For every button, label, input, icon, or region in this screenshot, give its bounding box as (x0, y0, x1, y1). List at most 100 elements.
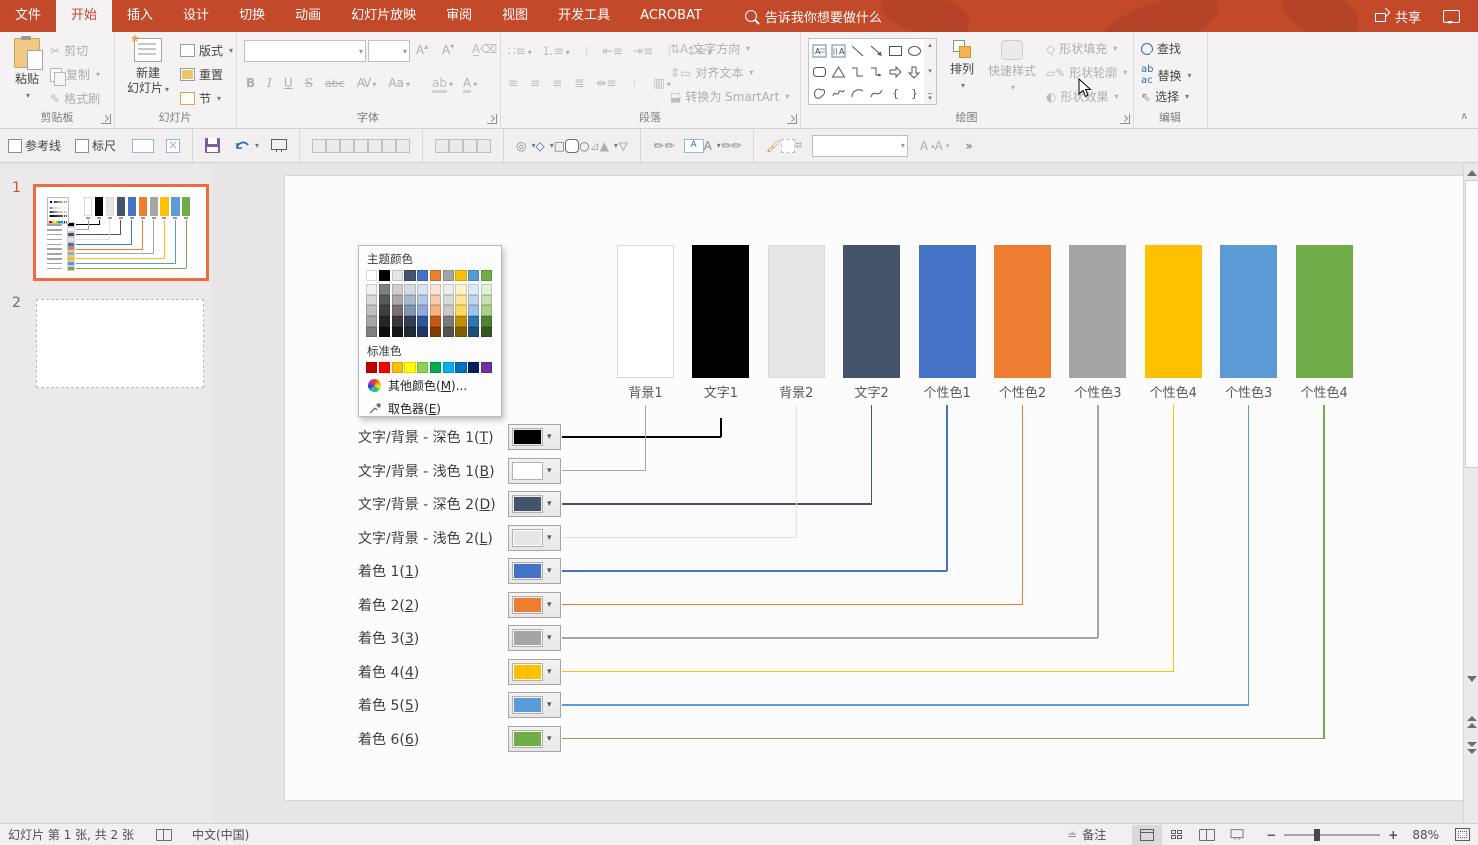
theme-bar-3[interactable] (767, 245, 825, 378)
selection-net-icon[interactable] (781, 138, 796, 153)
ribbon-tab-幻灯片放映[interactable]: 幻灯片放映 (336, 0, 431, 32)
theme-variant-swatch[interactable] (468, 315, 480, 327)
theme-variant-swatch[interactable] (366, 284, 378, 295)
theme-color-swatch[interactable] (442, 270, 454, 282)
strikethrough-button[interactable]: S (305, 76, 313, 90)
standard-color-swatch[interactable] (442, 362, 454, 374)
theme-variant-swatch[interactable] (429, 294, 442, 306)
numbering-button[interactable]: ⒈≡ ▾ (542, 42, 570, 59)
italic-button[interactable]: I (267, 76, 272, 90)
shape-gallery-scrollbar[interactable]: ▴ ▾ ▾ (924, 38, 937, 105)
theme-variant-swatch[interactable] (429, 326, 442, 338)
font-color-button[interactable]: A ▾ (463, 76, 477, 93)
fit-to-window-icon[interactable] (1455, 828, 1470, 841)
zoom-slider[interactable] (1284, 828, 1381, 841)
tell-me-search[interactable]: 告诉我你想要做什么 (744, 0, 882, 32)
align-bottom-icon[interactable] (312, 138, 327, 153)
text-box-tool-icon[interactable]: A (683, 138, 704, 153)
theme-variant-swatch[interactable] (442, 294, 454, 306)
slideshow-view-button[interactable] (1222, 825, 1252, 845)
text-direction-button[interactable]: ⇅A 文字方向 ▾ (670, 40, 750, 57)
scheme-color-dropdown[interactable]: ▾ (508, 524, 561, 551)
theme-variant-swatch[interactable] (378, 294, 390, 306)
theme-bar-10[interactable] (1295, 245, 1353, 378)
justify-button[interactable]: ≣ (574, 76, 584, 90)
theme-variant-swatch[interactable] (404, 326, 416, 338)
previous-slide-icon[interactable] (1467, 716, 1477, 721)
replace-button[interactable]: ab ac 替换 ▾ (1141, 64, 1192, 86)
theme-variant-swatch[interactable] (455, 294, 467, 306)
share-button[interactable]: 共享 (1374, 7, 1421, 26)
crop-icon[interactable]: ⌗ (795, 138, 802, 153)
abc-strikethrough-button[interactable]: abc (325, 77, 345, 90)
bring-front-icon[interactable] (463, 138, 478, 153)
scroll-up-icon[interactable] (1467, 170, 1477, 176)
theme-variant-swatch[interactable] (455, 315, 467, 327)
ribbon-tab-审阅[interactable]: 审阅 (431, 0, 487, 32)
align-right-edge-icon[interactable] (354, 138, 369, 153)
new-slide-button[interactable]: 新建 幻灯片▾ (122, 31, 174, 97)
theme-bar-9[interactable] (1220, 245, 1278, 378)
theme-variant-swatch[interactable] (391, 326, 403, 338)
shape-cell-12[interactable] (810, 82, 829, 103)
ribbon-tab-动画[interactable]: 动画 (280, 0, 336, 32)
reset-button[interactable]: 重置 (180, 66, 223, 83)
ruler-checkbox[interactable]: 标尺 (75, 137, 116, 154)
theme-color-swatch[interactable] (455, 270, 467, 282)
zoom-level[interactable]: 88% (1412, 828, 1439, 842)
quick-font-combobox[interactable]: ▾ (811, 134, 908, 157)
align-top-icon[interactable] (326, 138, 341, 153)
underline-button[interactable]: U (284, 76, 293, 90)
theme-bar-2[interactable] (692, 245, 750, 378)
zoom-out-button[interactable]: − (1266, 828, 1276, 842)
change-case-button[interactable]: Aa ▾ (388, 76, 410, 90)
scheme-color-dropdown[interactable]: ▾ (508, 591, 561, 618)
theme-variant-swatch[interactable] (378, 284, 390, 295)
theme-variant-swatch[interactable] (404, 284, 416, 295)
theme-variant-swatch[interactable] (468, 284, 480, 295)
scheme-color-dropdown[interactable]: ▾ (508, 491, 561, 517)
theme-variant-swatch[interactable] (391, 284, 403, 295)
ribbon-tab-开发工具[interactable]: 开发工具 (543, 0, 625, 32)
theme-variant-swatch[interactable] (442, 326, 454, 338)
scheme-color-dropdown[interactable]: ▾ (508, 625, 561, 651)
theme-variant-swatch[interactable] (404, 305, 416, 316)
standard-color-swatch[interactable] (481, 362, 493, 374)
standard-color-swatch[interactable] (378, 362, 390, 374)
ribbon-tab-开始[interactable]: 开始 (56, 0, 113, 32)
theme-variant-swatch[interactable] (404, 294, 416, 306)
shape-fill-button[interactable]: ◇̣ 形状填充 ▾ (1046, 40, 1117, 57)
theme-variant-swatch[interactable] (455, 326, 467, 338)
shape-gallery[interactable]: A A {} (808, 38, 926, 105)
previous-slide-icon2[interactable] (1467, 723, 1477, 728)
increase-indent-button[interactable]: ⇥≡ (633, 44, 653, 58)
edit-shape-icon[interactable]: ◇ ▾ (536, 139, 554, 153)
clear-formatting-button[interactable]: A̲⌫ (472, 42, 497, 56)
slide2-thumbnail[interactable] (36, 299, 204, 388)
scheme-color-dropdown[interactable]: ▾ (508, 457, 561, 484)
theme-bar-5[interactable] (918, 245, 976, 378)
scrollbar-thumb[interactable] (1465, 180, 1478, 468)
next-slide-icon[interactable] (1467, 742, 1477, 747)
font-name-combobox[interactable]: ▾ (244, 40, 366, 62)
convert-smartart-button[interactable]: ⬓ 转换为 SmartArt ▾ (670, 88, 789, 105)
theme-variant-swatch[interactable] (481, 294, 493, 306)
align-center-button[interactable]: ≡ (530, 76, 540, 90)
eyedropper-outline-icon[interactable]: ✐ (660, 137, 677, 154)
rounded-rectangle-tool-icon[interactable] (565, 138, 580, 153)
more-colors-item[interactable]: 其他颜色(M)... (359, 373, 501, 396)
scheme-color-dropdown[interactable]: ▾ (508, 424, 561, 450)
theme-variant-swatch[interactable] (481, 284, 493, 295)
notes-button[interactable]: ≐ 备注 (1067, 826, 1106, 843)
theme-variant-swatch[interactable] (442, 305, 454, 316)
align-right-button[interactable]: ≡ (552, 76, 562, 90)
character-spacing-button[interactable]: AV ▾ (357, 76, 377, 90)
text-highlight-button[interactable]: ab ▾ (432, 76, 453, 93)
standard-color-swatch[interactable] (429, 362, 442, 374)
shape-cell-4[interactable] (886, 40, 905, 61)
oval-tool-icon[interactable]: ○ (579, 139, 589, 153)
shape-cell-2[interactable] (848, 40, 867, 61)
theme-variant-swatch[interactable] (391, 305, 403, 316)
standard-color-swatch[interactable] (391, 362, 403, 374)
theme-variant-swatch[interactable] (468, 326, 480, 338)
